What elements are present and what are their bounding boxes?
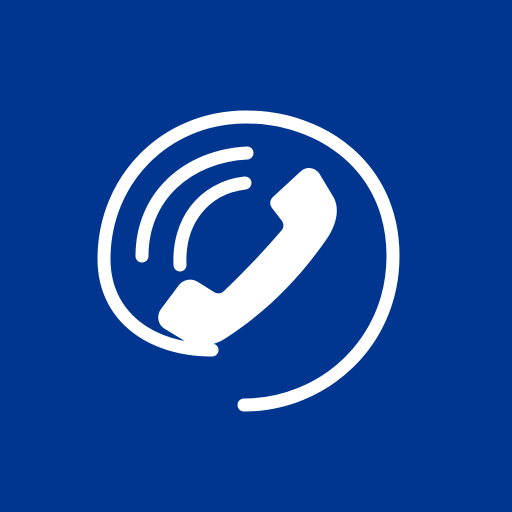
app-icon bbox=[0, 0, 512, 512]
phone-call-icon bbox=[0, 0, 512, 512]
icon-background bbox=[0, 0, 512, 512]
